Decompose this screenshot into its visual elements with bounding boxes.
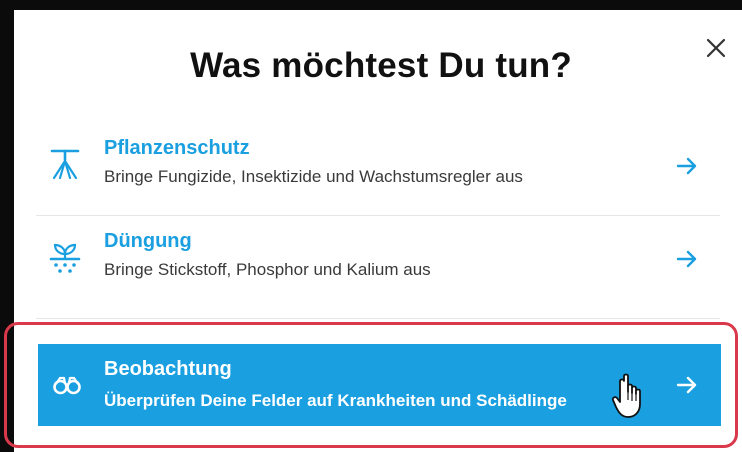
arrow-right-icon[interactable] <box>676 248 698 270</box>
option-description: Bringe Fungizide, Insektizide und Wachst… <box>104 167 523 186</box>
option-pflanzenschutz[interactable]: Pflanzenschutz Bringe Fungizide, Insekti… <box>36 123 720 216</box>
binoculars-icon <box>52 370 82 400</box>
dialog-title: Was möchtest Du tun? <box>190 46 572 85</box>
arrow-right-icon[interactable] <box>676 374 698 396</box>
hand-pointer-icon <box>610 372 650 420</box>
arrow-right-icon[interactable] <box>676 155 698 177</box>
option-title: Beobachtung <box>104 358 232 380</box>
close-icon[interactable] <box>704 36 728 60</box>
fertilizer-icon <box>48 240 82 274</box>
option-duengung[interactable]: Düngung Bringe Stickstoff, Phosphor und … <box>36 216 720 308</box>
sprayer-icon <box>48 147 82 181</box>
option-title: Pflanzenschutz <box>104 137 250 159</box>
divider <box>36 318 720 319</box>
option-description: Überprüfen Deine Felder auf Krankheiten … <box>104 391 567 410</box>
option-title: Düngung <box>104 230 192 252</box>
window-frame: Was möchtest Du tun? Pflanzenschutz Brin… <box>0 0 742 452</box>
option-description: Bringe Stickstoff, Phosphor und Kalium a… <box>104 260 431 279</box>
close-button[interactable] <box>704 36 728 60</box>
